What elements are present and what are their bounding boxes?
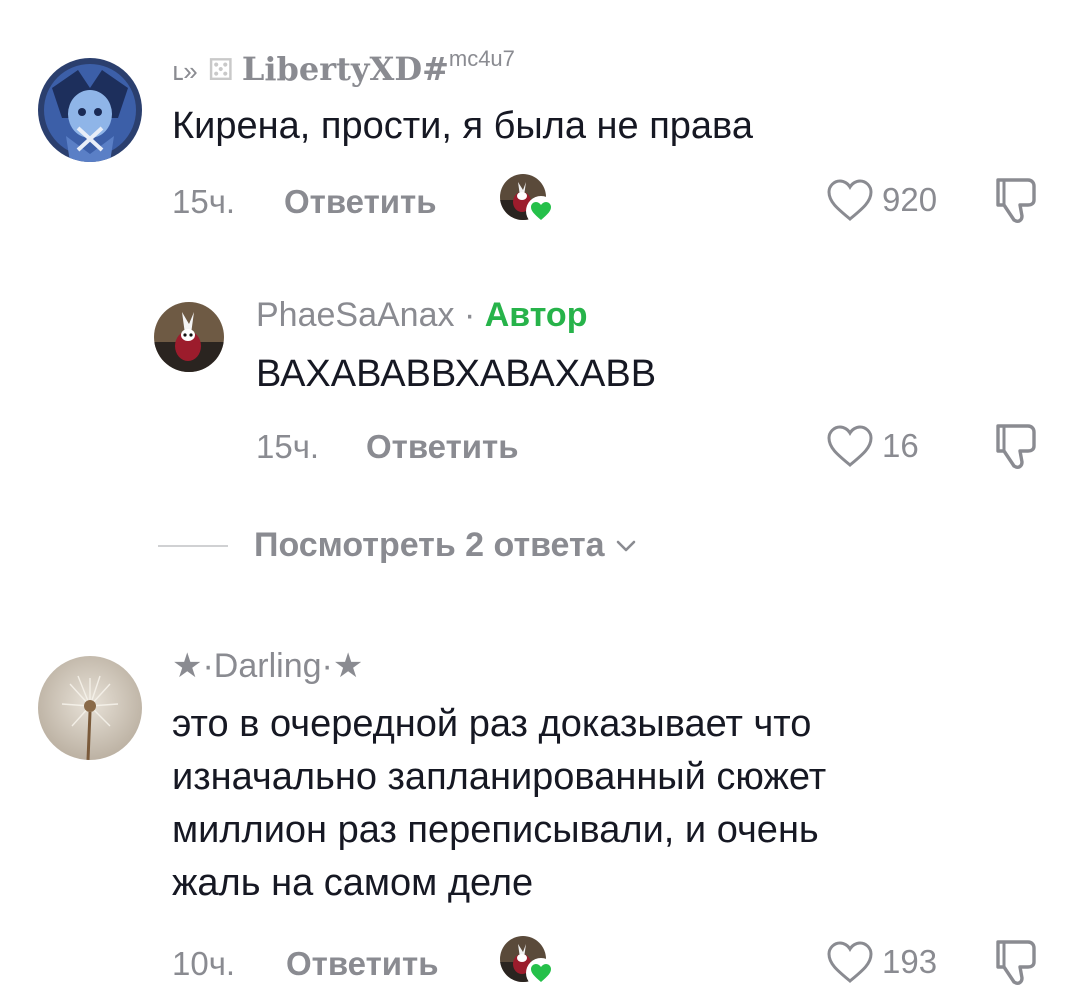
heart-outline-icon	[827, 425, 873, 467]
comment-1-like-button[interactable]: 920	[826, 178, 937, 222]
comment-1-username[interactable]: ⳑ» ⚄ LibertyXD#mc4u7	[172, 46, 515, 89]
comment-2-username-row[interactable]: PhaeSaAnax · Автор	[256, 296, 587, 335]
avatar-phaesaanax[interactable]	[154, 302, 224, 372]
creator-liked-badge	[500, 936, 556, 992]
view-replies-label: Посмотреть 2 ответа	[254, 526, 605, 564]
comment-2-time: 15ч.	[256, 428, 320, 465]
comment-2-like-count: 16	[882, 427, 919, 464]
dislike-icon	[996, 424, 1036, 469]
comment-1-like-count: 920	[882, 181, 938, 218]
comment-1-time: 15ч.	[172, 183, 236, 220]
username-main: LibertyXD#	[241, 50, 449, 88]
dice-icon: ⚄	[207, 54, 234, 87]
author-separator: ·	[454, 296, 485, 334]
view-replies-button[interactable]: Посмотреть 2 ответа	[158, 526, 639, 565]
comment-1-reply-button[interactable]: Ответить	[284, 183, 437, 221]
comment-3-like-count: 193	[882, 943, 938, 980]
comment-3-reply-button[interactable]: Ответить	[286, 945, 439, 983]
comment-3-dislike-button[interactable]	[990, 936, 1042, 988]
heart-outline-icon	[827, 179, 873, 221]
comment-2-reply-button[interactable]: Ответить	[366, 428, 519, 466]
comment-2-dislike-button[interactable]	[990, 420, 1042, 472]
divider-line	[158, 544, 228, 547]
comment-3-like-button[interactable]: 193	[826, 940, 937, 984]
chevron-down-icon	[616, 540, 635, 551]
avatar-darling[interactable]	[38, 656, 142, 760]
dislike-icon	[996, 178, 1036, 223]
creator-liked-badge	[500, 174, 556, 230]
creator-heart-icon	[526, 196, 556, 226]
username-prefix: ⳑ»	[172, 56, 198, 86]
author-badge: Автор	[484, 296, 588, 334]
comment-1-text: Кирена, прости, я была не права	[172, 105, 753, 147]
comment-3-time: 10ч.	[172, 945, 236, 982]
creator-heart-icon	[526, 958, 556, 988]
heart-outline-icon	[827, 941, 873, 983]
comment-2-like-button[interactable]: 16	[826, 424, 919, 468]
comment-2-username: PhaeSaAnax	[256, 296, 455, 334]
comment-2-text: ВАХАВАВВХАВАХАВВ	[256, 353, 657, 395]
dislike-icon	[996, 940, 1036, 985]
comment-1-dislike-button[interactable]	[990, 174, 1042, 226]
avatar-libertyxd[interactable]	[38, 58, 142, 162]
comment-3-username[interactable]: ★·Darling·★	[172, 646, 363, 686]
username-superscript: mc4u7	[448, 46, 515, 71]
comments-page: ⳑ» ⚄ LibertyXD#mc4u7 Кирена, прости, я был…	[0, 0, 1080, 1006]
comment-3-text: это в очередной раз доказывает что изнач…	[172, 703, 827, 904]
